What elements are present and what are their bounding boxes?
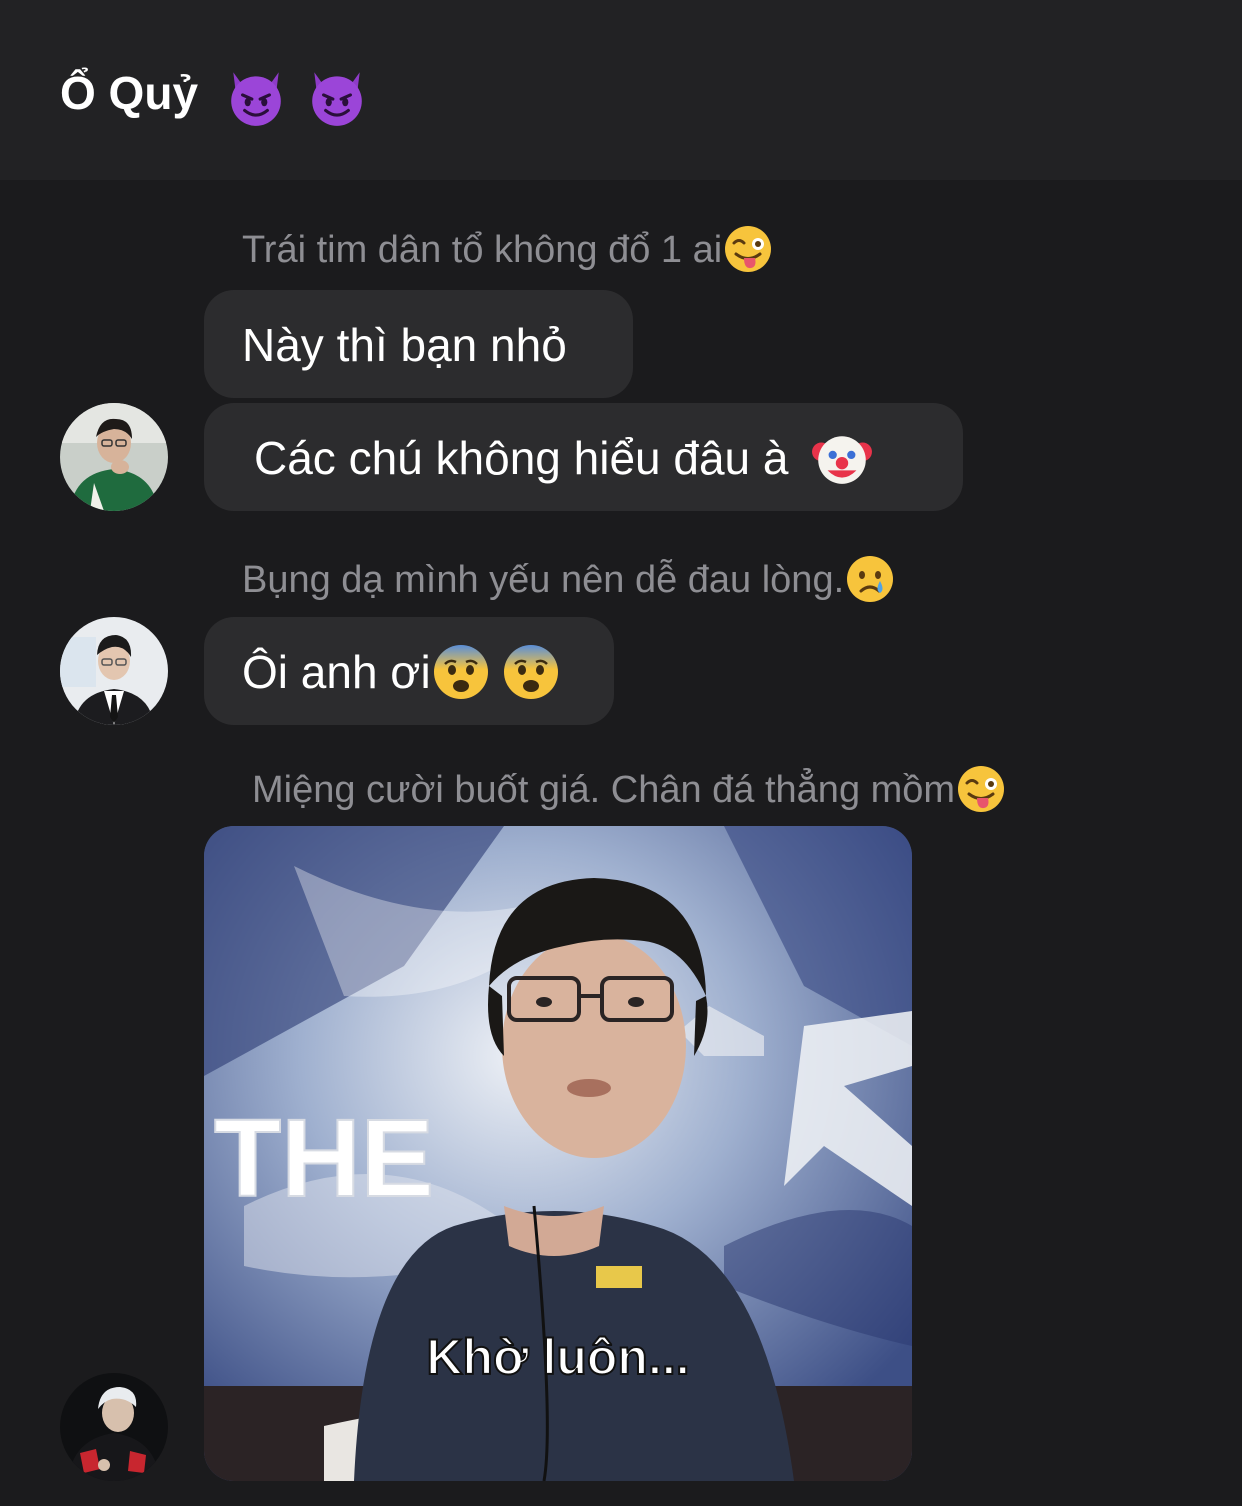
meme-caption: Khờ luôn... xyxy=(426,1329,689,1385)
message-text: Ôi anh ơi xyxy=(242,646,431,698)
reply-text: Trái tim dân tổ không đổ 1 ai xyxy=(242,229,723,271)
anxious-face-icon xyxy=(433,644,488,699)
sender-avatar[interactable] xyxy=(60,403,168,511)
avatar-photo xyxy=(60,403,168,511)
sender-avatar[interactable] xyxy=(60,1373,168,1481)
smiling-devil-icon xyxy=(311,72,362,126)
message-bubble[interactable]: Ôi anh ơi xyxy=(204,617,614,725)
smiling-devil-icon xyxy=(231,72,281,126)
reply-preview[interactable]: Miệng cười buốt giá. Chân đá thẳng mồm xyxy=(252,765,1007,815)
winking-tongue-face-icon xyxy=(958,765,1005,812)
group-name: Ổ Quỷ xyxy=(60,67,199,119)
chat-header: Ổ Quỷ xyxy=(0,0,1242,180)
reply-text: Bụng dạ mình yếu nên dễ đau lòng. xyxy=(242,559,845,601)
message-bubble[interactable]: Này thì bạn nhỏ xyxy=(204,290,633,398)
image-message[interactable]: THE Khờ luôn... xyxy=(204,826,912,1481)
anxious-face-icon xyxy=(503,644,558,699)
group-title[interactable]: Ổ Quỷ xyxy=(60,58,368,128)
crying-face-icon xyxy=(847,555,894,602)
message-bubble[interactable]: Các chú không hiểu đâu à xyxy=(204,403,963,511)
reply-preview[interactable]: Bụng dạ mình yếu nên dễ đau lòng. xyxy=(242,555,896,605)
clown-face-icon xyxy=(812,436,873,484)
winking-tongue-face-icon xyxy=(725,225,772,272)
message-text: Này thì bạn nhỏ xyxy=(242,319,567,371)
avatar-photo xyxy=(60,617,168,725)
reply-preview[interactable]: Trái tim dân tổ không đổ 1 ai xyxy=(242,225,774,275)
avatar-photo xyxy=(60,1373,168,1481)
meme-photo: THE Khờ luôn... xyxy=(204,826,912,1481)
reply-text: Miệng cười buốt giá. Chân đá thẳng mồm xyxy=(252,769,956,811)
sender-avatar[interactable] xyxy=(60,617,168,725)
background-sign-text: THE xyxy=(214,1097,434,1220)
message-text: Các chú không hiểu đâu à xyxy=(254,432,789,484)
